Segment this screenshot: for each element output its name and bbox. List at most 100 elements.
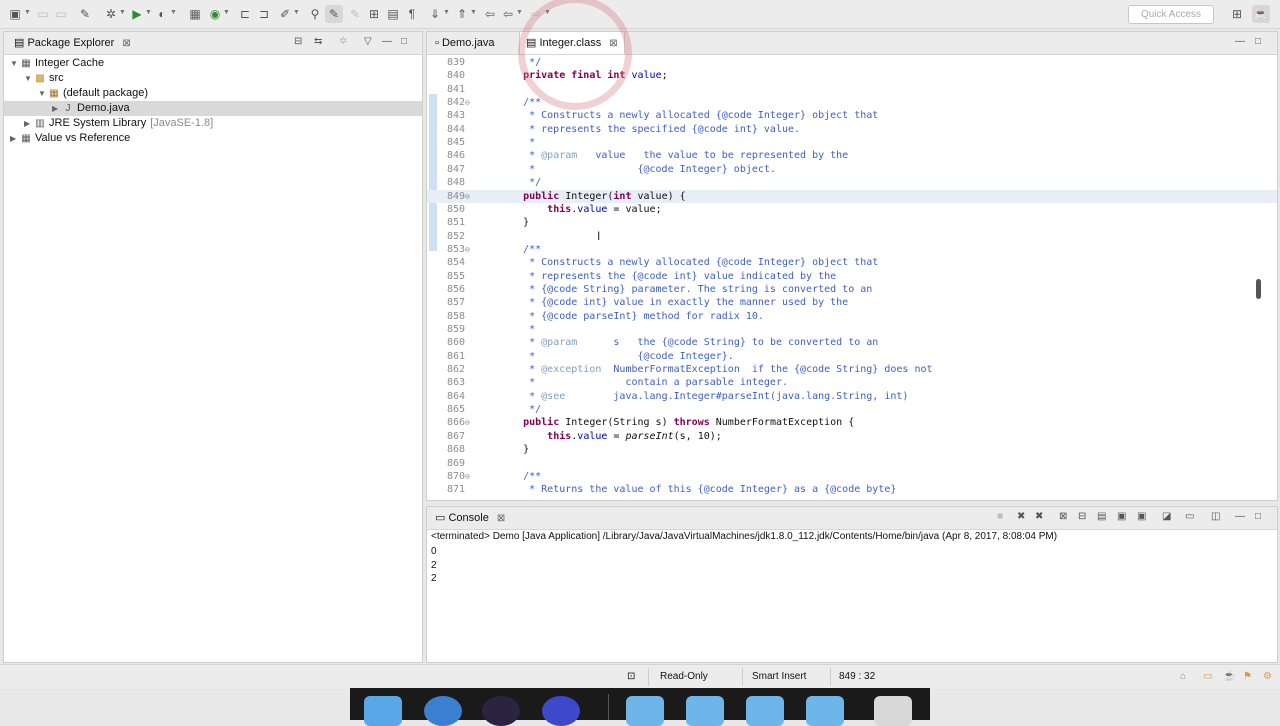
code-line[interactable]: 866 ⊖ public Integer(String s) throws Num… <box>427 416 1277 429</box>
code-line[interactable]: 857 * {@code int} value in exactly the m… <box>427 296 1277 309</box>
open-console-icon[interactable]: ◫ <box>1211 511 1220 522</box>
remove-launch-icon[interactable]: ✖ <box>1017 511 1025 522</box>
new-java-project-icon[interactable]: ▦ <box>186 5 204 23</box>
tree-item[interactable]: ▼ ▩ src <box>4 71 422 86</box>
toggle-breadcrumb-icon[interactable]: ⚲ <box>306 5 324 23</box>
tree-item[interactable]: ▼ ▦ Integer Cache <box>4 56 422 71</box>
code-line[interactable]: 864 * @see java.lang.Integer#parseInt(ja… <box>427 390 1277 403</box>
chevron-down-icon[interactable]: ▼ <box>10 56 20 71</box>
tree-item[interactable]: ▶ ▦ Value vs Reference <box>4 131 422 146</box>
tray-icon[interactable]: ⌂ <box>1180 671 1186 682</box>
app-icon[interactable] <box>542 696 580 726</box>
maximize-icon[interactable]: □ <box>1255 36 1261 47</box>
folder-icon[interactable] <box>746 696 784 726</box>
previous-annotation-icon[interactable]: ⇑ <box>453 5 471 23</box>
tray-icon[interactable]: ▭ <box>1203 671 1212 682</box>
code-line[interactable]: 862 * @exception NumberFormatException i… <box>427 363 1277 376</box>
tab-package-explorer[interactable]: ▤ Package Explorer ⊠ <box>8 32 137 54</box>
code-line[interactable]: 869 <box>427 457 1277 470</box>
minimize-icon[interactable]: — <box>382 36 392 47</box>
tray-icon[interactable]: ⚙ <box>1263 671 1272 682</box>
run-icon[interactable]: ▶ <box>128 5 146 23</box>
code-line[interactable]: 846 * @param value the value to be repre… <box>427 149 1277 162</box>
scroll-lock-icon[interactable]: ⊟ <box>1078 511 1086 522</box>
new-class-icon[interactable]: ◉ <box>206 5 224 23</box>
debug-icon[interactable]: ✲ <box>102 5 120 23</box>
show-on-error-icon[interactable]: ▣ <box>1137 511 1146 522</box>
chevron-down-icon[interactable]: ▼ <box>223 9 230 16</box>
view-menu-icon[interactable]: ▽ <box>364 36 372 47</box>
console-output[interactable]: <terminated> Demo [Java Application] /Li… <box>431 529 1277 586</box>
folder-icon[interactable] <box>626 696 664 726</box>
code-line[interactable]: 852 <box>427 230 1277 243</box>
tray-icon[interactable]: ☕ <box>1223 671 1235 682</box>
save-all-icon[interactable]: ▭ <box>52 5 70 23</box>
tree-item[interactable]: ▶ J Demo.java <box>4 101 422 116</box>
code-line[interactable]: 860 * @param s the {@code String} to be … <box>427 336 1277 349</box>
open-perspective-icon[interactable]: ⊞ <box>1228 5 1246 23</box>
back-icon[interactable]: ⇦ <box>499 5 517 23</box>
minimize-icon[interactable]: — <box>1235 36 1245 47</box>
word-wrap-icon[interactable]: ▤ <box>1097 511 1106 522</box>
chevron-right-icon[interactable]: ▶ <box>24 116 34 131</box>
new-icon[interactable]: ▣ <box>6 5 24 23</box>
code-line[interactable]: 854 * Constructs a newly allocated {@cod… <box>427 256 1277 269</box>
maximize-icon[interactable]: □ <box>401 36 407 47</box>
trash-icon[interactable] <box>874 696 912 726</box>
code-line[interactable]: 856 * {@code String} parameter. The stri… <box>427 283 1277 296</box>
chevron-down-icon[interactable]: ▼ <box>38 86 48 101</box>
toggle-mark-occurrences-icon[interactable]: ✎ <box>325 5 343 23</box>
java-perspective-icon[interactable]: ☕ <box>1252 5 1270 23</box>
chevron-down-icon[interactable]: ▼ <box>293 9 300 16</box>
next-annotation-icon[interactable]: ⇓ <box>426 5 444 23</box>
chevron-down-icon[interactable]: ▼ <box>470 9 477 16</box>
code-line[interactable]: 859 * <box>427 323 1277 336</box>
chevron-down-icon[interactable]: ▼ <box>516 9 523 16</box>
code-line[interactable]: 855 * represents the {@code int} value i… <box>427 270 1277 283</box>
code-editor[interactable]: 839 */840 private final int value; 841 842… <box>427 54 1277 500</box>
code-line[interactable]: 843 * Constructs a newly allocated {@cod… <box>427 109 1277 122</box>
tray-icon[interactable]: ⚑ <box>1243 671 1252 682</box>
paragraph-icon[interactable]: ¶ <box>403 5 421 23</box>
code-line[interactable]: 848 */ <box>427 176 1277 189</box>
terminate-icon[interactable]: ■ <box>997 511 1003 522</box>
fold-icon[interactable]: ⊖ <box>465 190 470 203</box>
chevron-down-icon[interactable]: ▼ <box>145 9 152 16</box>
code-line[interactable]: 871 * Returns the value of this {@code I… <box>427 483 1277 496</box>
close-icon[interactable]: ⊠ <box>497 513 505 524</box>
block-selection-icon[interactable]: ✎ <box>346 5 364 23</box>
save-icon[interactable]: ▭ <box>34 5 52 23</box>
fold-icon[interactable]: ⊖ <box>465 243 470 256</box>
code-line[interactable]: 865 */ <box>427 403 1277 416</box>
code-line[interactable]: 868 } <box>427 443 1277 456</box>
chevron-down-icon[interactable]: ▼ <box>443 9 450 16</box>
collapse-all-icon[interactable]: ⊟ <box>294 36 302 47</box>
chevron-right-icon[interactable]: ▶ <box>52 101 62 116</box>
open-type-icon[interactable]: ⊐ <box>255 5 273 23</box>
remove-all-launches-icon[interactable]: ✖ <box>1035 511 1043 522</box>
fold-icon[interactable]: ⊖ <box>465 470 470 483</box>
folder-icon[interactable] <box>806 696 844 726</box>
show-on-output-icon[interactable]: ▣ <box>1117 511 1126 522</box>
show-whitespace-icon[interactable]: ⊞ <box>365 5 383 23</box>
focus-icon[interactable]: ✲ <box>339 36 347 47</box>
last-edit-location-icon[interactable]: ⇦ <box>481 5 499 23</box>
eclipse-icon[interactable] <box>482 696 520 726</box>
search-icon[interactable]: ✐ <box>276 5 294 23</box>
close-icon[interactable]: ⊠ <box>122 38 130 49</box>
code-line[interactable]: 845 * <box>427 136 1277 149</box>
tab-console[interactable]: ▭ Console ⊠ <box>429 507 511 529</box>
external-tools-icon[interactable]: ◐ <box>153 5 171 23</box>
display-console-icon[interactable]: ▭ <box>1185 511 1194 522</box>
open-folder-icon[interactable]: ⊏ <box>236 5 254 23</box>
tree-item[interactable]: ▼ ▦ (default package) <box>4 86 422 101</box>
fold-icon[interactable]: ⊖ <box>465 416 470 429</box>
quick-access-input[interactable]: Quick Access <box>1128 5 1214 24</box>
code-line[interactable]: 867 this.value = parseInt(s, 10); <box>427 430 1277 443</box>
code-line[interactable]: 861 * {@code Integer}. <box>427 350 1277 363</box>
code-line[interactable]: 844 * represents the specified {@code in… <box>427 123 1277 136</box>
finder-icon[interactable] <box>364 696 402 726</box>
maximize-icon[interactable]: □ <box>1255 511 1261 522</box>
code-line[interactable]: 851 } <box>427 216 1277 229</box>
editor-scrollbar-thumb[interactable] <box>1256 279 1261 299</box>
